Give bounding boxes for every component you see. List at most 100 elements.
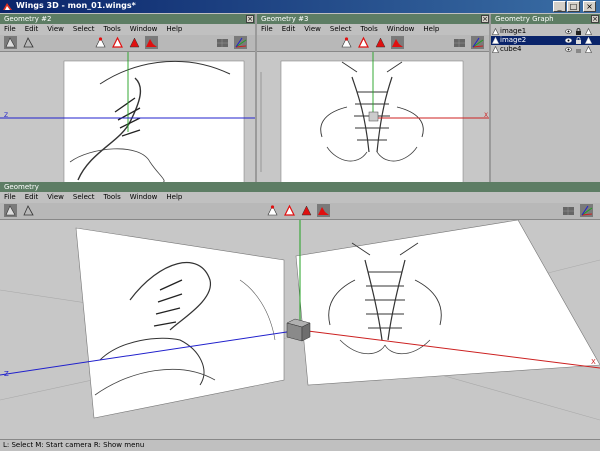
lock-icon[interactable]	[575, 28, 582, 35]
groundplane-toggle-icon[interactable]	[562, 204, 575, 217]
minimize-button[interactable]: _	[553, 1, 566, 12]
menu-select[interactable]: Select	[326, 24, 357, 34]
object-name: cube4	[500, 45, 522, 53]
pane-geom3-close-icon[interactable]: ×	[481, 15, 489, 23]
menu-help[interactable]: Help	[162, 24, 187, 34]
pane-geom3-title: Geometry #3	[261, 15, 309, 23]
pane-geom3-toolbar	[257, 35, 490, 51]
menu-help[interactable]: Help	[162, 192, 187, 202]
smooth-preview-icon[interactable]	[4, 36, 17, 49]
menu-window[interactable]: Window	[126, 192, 163, 202]
viewport-main-scene: Z X	[0, 220, 600, 421]
lock-icon[interactable]	[575, 37, 582, 44]
wireframe-icon[interactable]	[585, 46, 592, 53]
pane-geom2-header[interactable]: Geometry #2 ×	[0, 14, 255, 24]
body-mode-icon[interactable]	[145, 36, 158, 49]
list-item-selected[interactable]: image2	[491, 36, 600, 45]
eye-icon[interactable]	[565, 37, 572, 44]
title-bar: Wings 3D - mon_01.wings* _ □ ×	[0, 0, 600, 13]
face-mode-icon[interactable]	[300, 204, 313, 217]
menu-file[interactable]: File	[0, 192, 21, 202]
pane-main-header[interactable]: Geometry	[0, 182, 600, 192]
wireframe-toggle-icon[interactable]	[22, 36, 35, 49]
pane-graph-close-icon[interactable]: ×	[591, 15, 599, 23]
pane-graph-header[interactable]: Geometry Graph ×	[491, 14, 600, 24]
menu-tools[interactable]: Tools	[100, 192, 126, 202]
list-item[interactable]: image1	[491, 27, 600, 36]
pane-main-toolbar	[0, 203, 600, 219]
status-bar: L: Select M: Start camera R: Show menu	[0, 439, 600, 450]
menu-file[interactable]: File	[257, 24, 278, 34]
pane-geom2-close-icon[interactable]: ×	[246, 15, 254, 23]
image-plane-left	[75, 227, 285, 419]
menu-view[interactable]: View	[300, 24, 326, 34]
pane-geom3-header[interactable]: Geometry #3 ×	[257, 14, 490, 24]
menu-select[interactable]: Select	[69, 192, 100, 202]
window-title: Wings 3D - mon_01.wings*	[16, 1, 136, 10]
menu-edit[interactable]: Edit	[21, 192, 44, 202]
wireframe-icon[interactable]	[585, 28, 592, 35]
edge-mode-icon[interactable]	[111, 36, 124, 49]
groundplane-toggle-icon[interactable]	[216, 36, 229, 49]
menu-view[interactable]: View	[43, 192, 69, 202]
eye-icon[interactable]	[565, 46, 572, 53]
wireframe-icon[interactable]	[585, 37, 592, 44]
geometry-graph-list: image1 image2 cube4	[491, 24, 600, 182]
pane-graph-title: Geometry Graph	[495, 15, 554, 23]
menu-help[interactable]: Help	[419, 24, 444, 34]
menu-file[interactable]: File	[0, 24, 21, 34]
object-icon	[492, 37, 499, 44]
cube-object	[286, 318, 311, 342]
z-axis-label: Z	[4, 112, 8, 119]
viewport-geom2[interactable]: Z	[0, 51, 255, 183]
menu-view[interactable]: View	[43, 24, 69, 34]
vertex-mode-icon[interactable]	[340, 36, 353, 49]
body-mode-icon[interactable]	[317, 204, 330, 217]
vertex-mode-icon[interactable]	[94, 36, 107, 49]
menu-window[interactable]: Window	[126, 24, 163, 34]
menu-window[interactable]: Window	[383, 24, 420, 34]
image-plane	[63, 60, 245, 183]
menu-edit[interactable]: Edit	[21, 24, 44, 34]
x-axis-label: X	[591, 358, 596, 366]
viewport-geom2-scene: Z	[0, 52, 255, 183]
vertex-mode-icon[interactable]	[266, 204, 279, 217]
smooth-preview-icon[interactable]	[4, 204, 17, 217]
axes-toggle-icon[interactable]	[471, 36, 484, 49]
pane-main-menubar: File Edit View Select Tools Window Help	[0, 192, 600, 202]
face-mode-icon[interactable]	[128, 36, 141, 49]
list-item[interactable]: cube4	[491, 45, 600, 54]
object-icon	[492, 28, 499, 35]
axes-toggle-icon[interactable]	[234, 36, 247, 49]
unlock-icon[interactable]	[575, 46, 582, 53]
object-icon	[492, 46, 499, 53]
viewport-main[interactable]: Z X	[0, 219, 600, 440]
face-mode-icon[interactable]	[374, 36, 387, 49]
menu-edit[interactable]: Edit	[278, 24, 301, 34]
status-text: L: Select M: Start camera R: Show menu	[3, 441, 145, 449]
eye-icon[interactable]	[565, 28, 572, 35]
pane-geom3-menubar: File Edit View Select Tools Window Help	[257, 24, 490, 34]
z-axis-label: Z	[4, 370, 9, 378]
image-plane-right	[295, 220, 600, 386]
pane-main-title: Geometry	[4, 183, 39, 191]
edge-mode-icon[interactable]	[283, 204, 296, 217]
pane-geom2-menubar: File Edit View Select Tools Window Help	[0, 24, 255, 34]
image-plane	[280, 60, 464, 183]
viewport-geom3[interactable]: X	[257, 51, 490, 183]
menu-tools[interactable]: Tools	[100, 24, 126, 34]
wireframe-toggle-icon[interactable]	[22, 204, 35, 217]
close-icon: ×	[586, 2, 593, 11]
groundplane-toggle-icon[interactable]	[453, 36, 466, 49]
minimize-icon: _	[557, 2, 562, 11]
close-button[interactable]: ×	[583, 1, 596, 12]
object-name: image1	[500, 27, 527, 35]
menu-select[interactable]: Select	[69, 24, 100, 34]
edge-mode-icon[interactable]	[357, 36, 370, 49]
pane-geom2-toolbar	[0, 35, 255, 51]
body-mode-icon[interactable]	[391, 36, 404, 49]
menu-tools[interactable]: Tools	[357, 24, 383, 34]
axes-toggle-icon[interactable]	[580, 204, 593, 217]
maximize-button[interactable]: □	[567, 1, 580, 12]
viewport-geom3-scene: X	[260, 52, 490, 183]
